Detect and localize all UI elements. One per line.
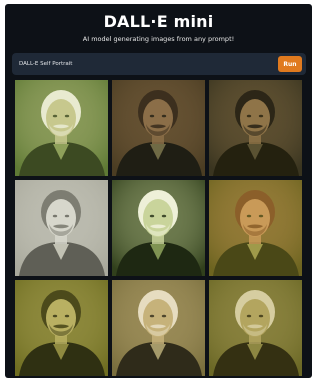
portrait-image-icon: [15, 80, 108, 176]
portrait-image-icon: [112, 80, 205, 176]
prompt-bar: Run: [12, 53, 306, 75]
result-image[interactable]: [209, 280, 302, 376]
result-image[interactable]: [112, 80, 205, 176]
result-image[interactable]: [112, 180, 205, 276]
run-button[interactable]: Run: [278, 56, 302, 72]
result-image[interactable]: [15, 180, 108, 276]
page-title: DALL·E mini: [103, 12, 214, 31]
portrait-image-icon: [209, 180, 302, 276]
result-image[interactable]: [209, 80, 302, 176]
result-image[interactable]: [15, 280, 108, 376]
app-window: DALL·E mini AI model generating images f…: [5, 4, 312, 378]
page-subtitle: AI model generating images from any prom…: [82, 35, 235, 43]
result-image[interactable]: [112, 280, 205, 376]
portrait-image-icon: [209, 280, 302, 376]
portrait-image-icon: [15, 180, 108, 276]
result-image[interactable]: [209, 180, 302, 276]
portrait-image-icon: [15, 280, 108, 376]
results-grid: [15, 80, 302, 376]
portrait-image-icon: [209, 80, 302, 176]
portrait-image-icon: [112, 180, 205, 276]
prompt-input[interactable]: [19, 58, 249, 70]
portrait-image-icon: [112, 280, 205, 376]
result-image[interactable]: [15, 80, 108, 176]
